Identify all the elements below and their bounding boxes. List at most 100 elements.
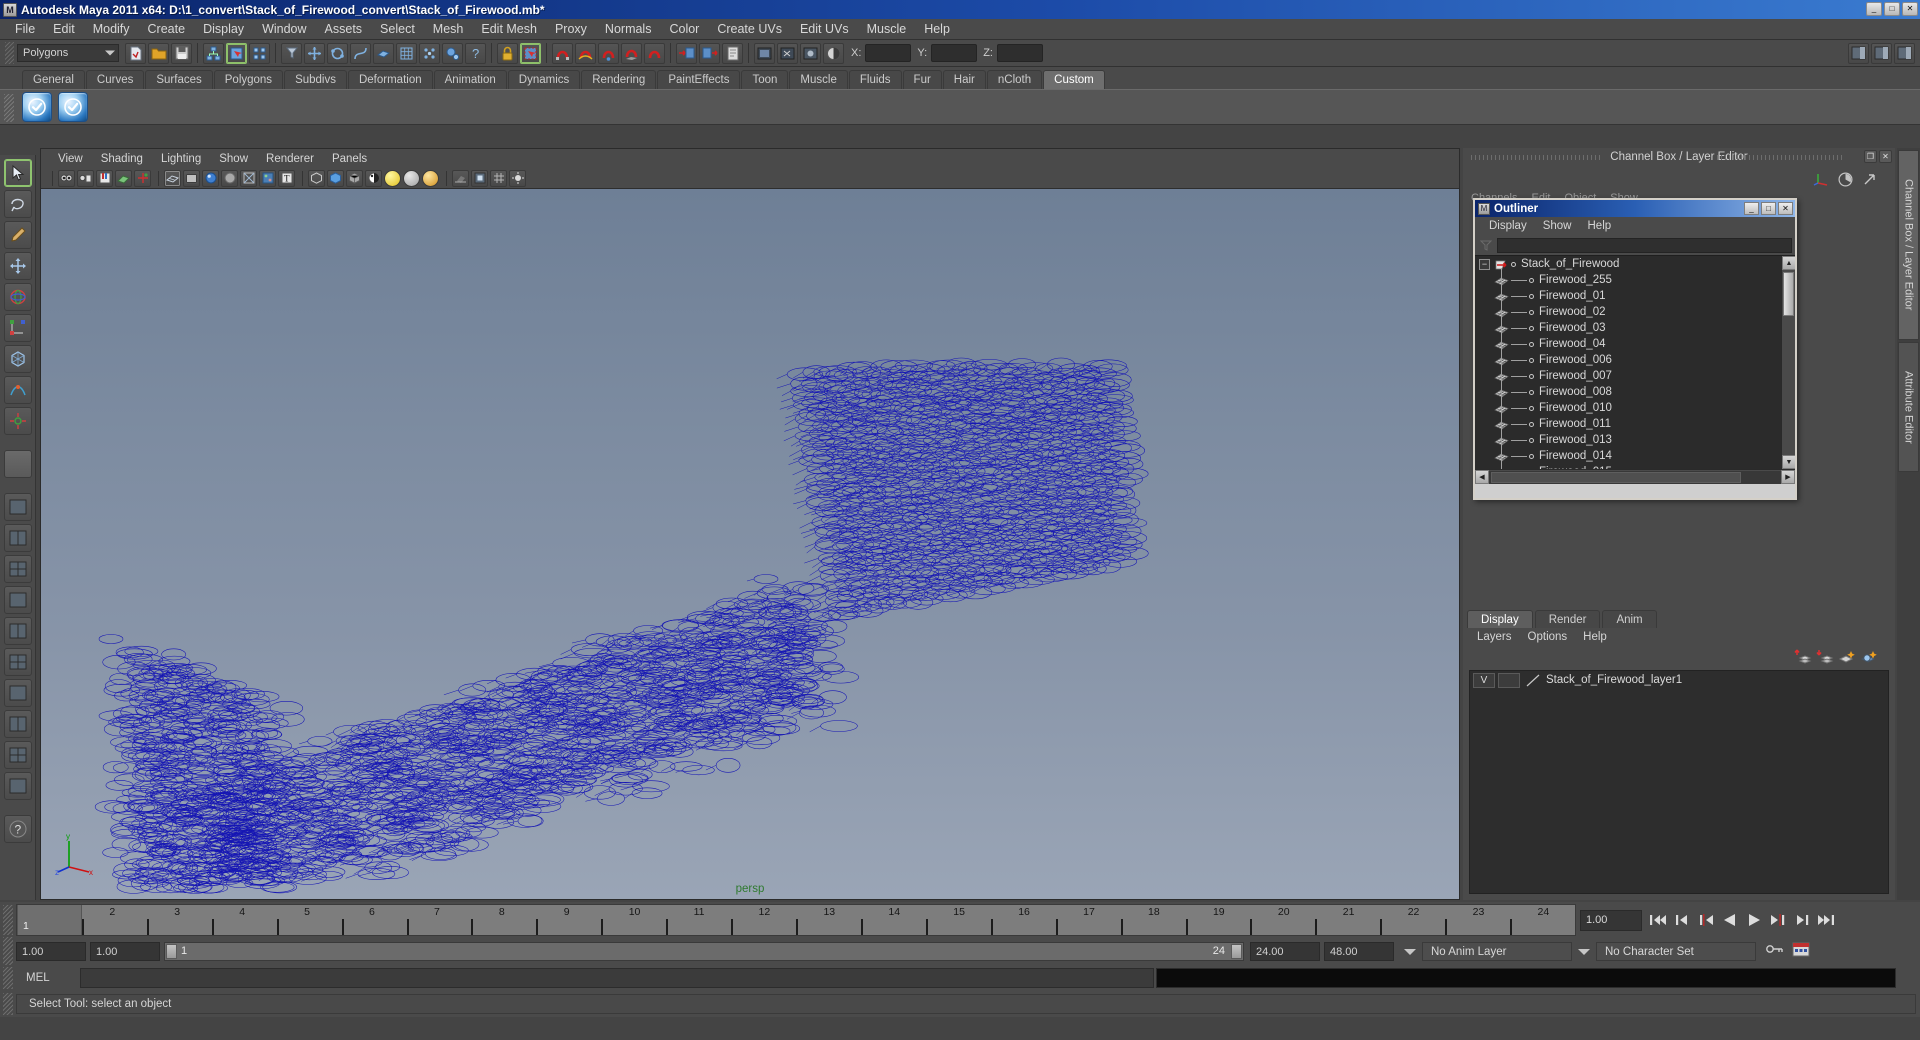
- shaded-sphere-icon[interactable]: [202, 169, 219, 187]
- show-hide-layer-editor-icon[interactable]: [1871, 42, 1892, 64]
- dock-grip-left[interactable]: [1471, 155, 1601, 160]
- single-pane-icon[interactable]: [3, 493, 32, 521]
- menu-color[interactable]: Color: [660, 20, 708, 38]
- menu-window[interactable]: Window: [253, 20, 315, 38]
- shelf-tab-subdivs[interactable]: Subdivs: [284, 70, 347, 89]
- go-to-end-icon[interactable]: [1814, 909, 1838, 931]
- checker-texture-icon[interactable]: [365, 169, 382, 187]
- menu-file[interactable]: File: [6, 20, 44, 38]
- outliner-search-input[interactable]: [1497, 237, 1792, 253]
- four-view-icon[interactable]: [3, 741, 32, 769]
- range-end-handle[interactable]: [1231, 944, 1242, 959]
- chevron-down-icon[interactable]: [1404, 948, 1416, 955]
- persp-outliner-icon[interactable]: [3, 648, 32, 676]
- shelf-tab-deformation[interactable]: Deformation: [347, 70, 433, 89]
- soft-modification-icon[interactable]: [3, 376, 32, 404]
- outliner-close-button[interactable]: ✕: [1778, 202, 1793, 215]
- outliner-row[interactable]: Firewood_02: [1475, 304, 1781, 320]
- menu-edit-mesh[interactable]: Edit Mesh: [472, 20, 546, 38]
- shelf-tab-custom[interactable]: Custom: [1043, 70, 1105, 89]
- vertical-tab-channel-box-layer-editor[interactable]: Channel Box / Layer Editor: [1898, 150, 1919, 340]
- viewport-menu-lighting[interactable]: Lighting: [152, 152, 210, 166]
- playback-range-bar[interactable]: 1 24: [164, 942, 1244, 961]
- help-question-icon[interactable]: ?: [465, 42, 486, 64]
- select-by-hierarchy-icon[interactable]: [203, 42, 224, 64]
- new-layer-icon[interactable]: [1837, 648, 1857, 666]
- menu-mesh[interactable]: Mesh: [424, 20, 473, 38]
- play-forwards-icon[interactable]: [1742, 909, 1766, 931]
- dock-restore-button[interactable]: ❐: [1864, 150, 1877, 163]
- shelf-tab-rendering[interactable]: Rendering: [581, 70, 657, 89]
- shelf-tab-ncloth[interactable]: nCloth: [986, 70, 1043, 89]
- hypershade-persp-icon[interactable]: [3, 679, 32, 707]
- render-settings-icon[interactable]: [800, 42, 821, 64]
- shelf-tab-dynamics[interactable]: Dynamics: [507, 70, 581, 89]
- vertical-tab-attribute-editor[interactable]: Attribute Editor: [1898, 342, 1919, 472]
- outliner-minimize-button[interactable]: _: [1744, 202, 1759, 215]
- scroll-right-arrow-icon[interactable]: ▶: [1781, 470, 1795, 484]
- play-backwards-icon[interactable]: [1718, 909, 1742, 931]
- grid-toggle-icon[interactable]: [490, 169, 507, 187]
- scroll-left-arrow-icon[interactable]: ◀: [1475, 470, 1489, 484]
- save-scene-icon[interactable]: [171, 42, 192, 64]
- layer-tab-display[interactable]: Display: [1467, 610, 1533, 628]
- layer-up-icon[interactable]: [1793, 648, 1813, 666]
- snap-to-view-icon[interactable]: [644, 42, 665, 64]
- universal-manipulator-icon[interactable]: [3, 345, 32, 373]
- layer-menu-layers[interactable]: Layers: [1469, 631, 1520, 643]
- open-scene-icon[interactable]: [148, 42, 169, 64]
- maximize-button[interactable]: □: [1884, 2, 1900, 16]
- shadows-icon[interactable]: [452, 169, 469, 187]
- isolate-select-icon[interactable]: [471, 169, 488, 187]
- shade-all-icon[interactable]: [308, 169, 325, 187]
- outliner-row[interactable]: Firewood_011: [1475, 416, 1781, 432]
- snap-to-plane-icon[interactable]: [621, 42, 642, 64]
- step-forward-frame-icon[interactable]: [1766, 909, 1790, 931]
- menu-edit-uvs[interactable]: Edit UVs: [791, 20, 858, 38]
- close-button[interactable]: ✕: [1902, 2, 1918, 16]
- expander-toggle[interactable]: −: [1479, 258, 1490, 270]
- rotate-tool-icon[interactable]: [3, 283, 32, 311]
- outliner-row[interactable]: Firewood_015: [1475, 464, 1781, 469]
- select-filter-icon[interactable]: [281, 42, 302, 64]
- outliner-menu-show[interactable]: Show: [1535, 220, 1580, 232]
- deform-icon[interactable]: [419, 42, 440, 64]
- z-field[interactable]: [996, 44, 1043, 62]
- construction-history-icon[interactable]: [722, 42, 743, 64]
- range-slider-grip[interactable]: [3, 936, 13, 967]
- shelf-tab-painteffects[interactable]: PaintEffects: [657, 70, 741, 89]
- select-camera-icon[interactable]: [58, 169, 75, 187]
- snap-to-grid-icon[interactable]: [552, 42, 573, 64]
- snap-to-curve-icon[interactable]: [575, 42, 596, 64]
- shelf-tab-curves[interactable]: Curves: [85, 70, 145, 89]
- menu-muscle[interactable]: Muscle: [858, 20, 916, 38]
- outliner-menu-display[interactable]: Display: [1481, 220, 1535, 232]
- anim-start-field[interactable]: 1.00: [16, 942, 86, 961]
- light-yellow-icon[interactable]: [384, 169, 401, 187]
- lock-icon[interactable]: [497, 42, 518, 64]
- menu-help[interactable]: Help: [915, 20, 959, 38]
- layer-color-swatch[interactable]: [1524, 673, 1542, 688]
- layer-visibility-toggle[interactable]: V: [1473, 672, 1495, 688]
- menu-normals[interactable]: Normals: [596, 20, 661, 38]
- command-language-label[interactable]: MEL: [16, 972, 80, 984]
- command-output-field[interactable]: [1156, 968, 1896, 988]
- lattice-icon[interactable]: [396, 42, 417, 64]
- outliner-row[interactable]: Firewood_04: [1475, 336, 1781, 352]
- shelf-tab-polygons[interactable]: Polygons: [213, 70, 284, 89]
- command-line-grip[interactable]: [3, 967, 13, 989]
- scroll-up-arrow-icon[interactable]: ▲: [1782, 256, 1795, 270]
- outliner-row[interactable]: Firewood_006: [1475, 352, 1781, 368]
- key-icon[interactable]: [1766, 942, 1784, 961]
- persp-graph-icon[interactable]: [3, 710, 32, 738]
- selection-mask-icon[interactable]: [520, 42, 541, 64]
- menu-select[interactable]: Select: [371, 20, 424, 38]
- layer-tab-render[interactable]: Render: [1534, 610, 1601, 628]
- y-field[interactable]: [931, 44, 978, 62]
- anim-layer-combo[interactable]: No Anim Layer: [1422, 942, 1572, 961]
- menu-create-uvs[interactable]: Create UVs: [708, 20, 791, 38]
- chevron-down-icon[interactable]: [1578, 948, 1590, 955]
- layer-playback-toggle[interactable]: [1498, 672, 1520, 688]
- perspective-viewport[interactable]: y x z persp: [41, 189, 1459, 899]
- viewport-menu-renderer[interactable]: Renderer: [257, 152, 323, 166]
